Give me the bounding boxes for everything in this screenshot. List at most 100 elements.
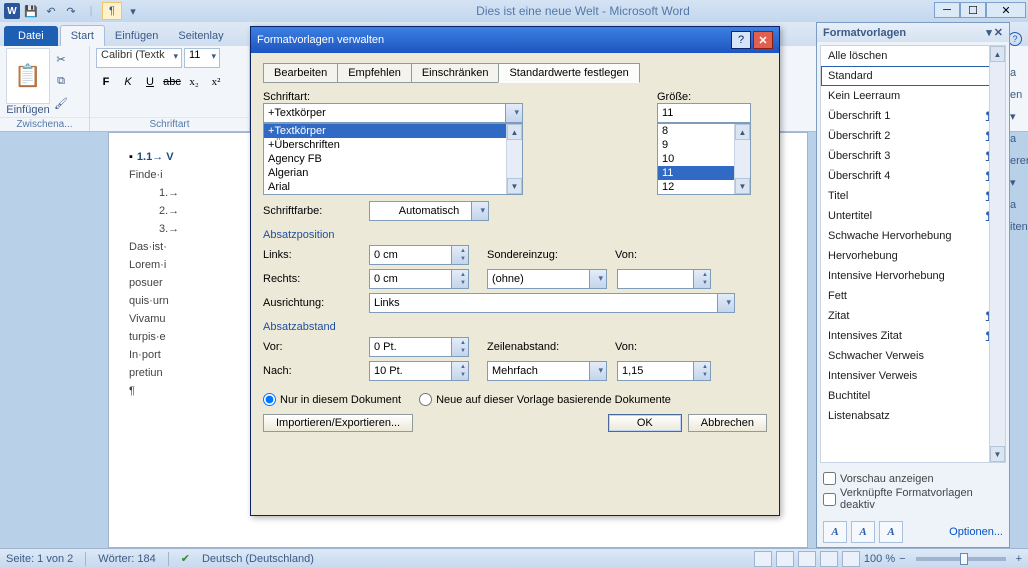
style-item[interactable]: Überschrift 2¶a bbox=[821, 126, 1005, 146]
dialog-help-icon[interactable]: ? bbox=[731, 31, 751, 49]
status-page[interactable]: Seite: 1 von 2 bbox=[6, 553, 73, 565]
view-fullscreen[interactable] bbox=[776, 551, 794, 567]
manage-styles-button[interactable]: A bbox=[879, 521, 903, 543]
font-option[interactable]: Algerian bbox=[264, 166, 522, 180]
left-spin[interactable]: 0 cm▲▼ bbox=[369, 245, 469, 265]
style-item[interactable]: Überschrift 1¶a bbox=[821, 106, 1005, 126]
tab-start[interactable]: Start bbox=[60, 25, 105, 46]
pane-dropdown-icon[interactable]: ▾ bbox=[986, 26, 992, 39]
pilcrow-toggle-icon[interactable]: ¶ bbox=[102, 2, 122, 20]
style-item[interactable]: Kein Leerraum¶ bbox=[821, 86, 1005, 106]
app-icon[interactable]: W bbox=[4, 3, 20, 19]
style-item[interactable]: Titel¶a bbox=[821, 186, 1005, 206]
right-spin[interactable]: 0 cm▲▼ bbox=[369, 269, 469, 289]
zoom-in-icon[interactable]: + bbox=[1016, 553, 1022, 565]
radio-this-doc[interactable]: Nur in diesem Dokument bbox=[263, 393, 401, 406]
scroll-up-icon[interactable]: ▲ bbox=[990, 46, 1005, 62]
status-words[interactable]: Wörter: 184 bbox=[98, 553, 155, 565]
font-name-combo[interactable]: Calibri (Textk bbox=[96, 48, 182, 68]
font-listbox[interactable]: +Textkörper+ÜberschriftenAgency FBAlgeri… bbox=[263, 123, 523, 195]
tab-layout[interactable]: Seitenlay bbox=[168, 26, 233, 46]
copy-icon[interactable]: ⧉ bbox=[52, 72, 70, 90]
options-link[interactable]: Optionen... bbox=[949, 526, 1003, 538]
undo-icon[interactable]: ↶ bbox=[42, 2, 60, 20]
font-size-combo[interactable]: 11 bbox=[184, 48, 220, 68]
color-combo[interactable]: Automatisch bbox=[369, 201, 489, 221]
style-item[interactable]: Zitat¶a bbox=[821, 306, 1005, 326]
font-combo[interactable]: +Textkörper bbox=[263, 103, 523, 123]
view-print-layout[interactable] bbox=[754, 551, 772, 567]
help-icon[interactable]: ? bbox=[1008, 32, 1022, 46]
after-spin[interactable]: 10 Pt.▲▼ bbox=[369, 361, 469, 381]
minimize-button[interactable]: ─ bbox=[934, 2, 960, 18]
style-item[interactable]: Fetta bbox=[821, 286, 1005, 306]
save-icon[interactable]: 💾 bbox=[22, 2, 40, 20]
font-option[interactable]: Agency FB bbox=[264, 152, 522, 166]
by-spin[interactable]: ▲▼ bbox=[617, 269, 711, 289]
before-spin[interactable]: 0 Pt.▲▼ bbox=[369, 337, 469, 357]
style-item[interactable]: Intensive Hervorhebunga bbox=[821, 266, 1005, 286]
new-style-button[interactable]: A bbox=[823, 521, 847, 543]
linked-checkbox[interactable]: Verknüpfte Formatvorlagen deaktiv bbox=[823, 487, 1003, 511]
style-item[interactable]: Standard¶ bbox=[821, 66, 1005, 86]
proofing-icon[interactable]: ✔ bbox=[181, 552, 190, 565]
scrollbar[interactable]: ▲ ▼ bbox=[989, 46, 1005, 462]
tab-file[interactable]: Datei bbox=[4, 26, 58, 46]
subscript-button[interactable]: x₂ bbox=[184, 72, 204, 92]
italic-button[interactable]: K bbox=[118, 72, 138, 92]
scroll-down-icon[interactable]: ▼ bbox=[990, 446, 1005, 462]
cut-icon[interactable]: ✂ bbox=[52, 50, 70, 68]
dialog-titlebar[interactable]: Formatvorlagen verwalten ? ✕ bbox=[251, 27, 779, 53]
style-item[interactable]: Intensives Zitat¶a bbox=[821, 326, 1005, 346]
tab-edit[interactable]: Bearbeiten bbox=[263, 63, 338, 83]
tab-restrict[interactable]: Einschränken bbox=[411, 63, 500, 83]
size-input[interactable]: 11 bbox=[657, 103, 751, 123]
ok-button[interactable]: OK bbox=[608, 414, 682, 432]
radio-new-docs[interactable]: Neue auf dieser Vorlage basierende Dokum… bbox=[419, 393, 671, 406]
maximize-button[interactable]: ☐ bbox=[960, 2, 986, 18]
underline-button[interactable]: U bbox=[140, 72, 160, 92]
style-item[interactable]: Buchtitela bbox=[821, 386, 1005, 406]
zoom-level[interactable]: 100 % bbox=[864, 553, 895, 565]
superscript-button[interactable]: x² bbox=[206, 72, 226, 92]
pane-close-icon[interactable]: ✕ bbox=[994, 26, 1003, 39]
linespacing-combo[interactable]: Mehrfach bbox=[487, 361, 607, 381]
status-language[interactable]: Deutsch (Deutschland) bbox=[202, 553, 314, 565]
style-item[interactable]: Listenabsatz¶ bbox=[821, 406, 1005, 426]
dialog-close-icon[interactable]: ✕ bbox=[753, 31, 773, 49]
format-painter-icon[interactable]: 🖌 bbox=[52, 94, 70, 112]
bold-button[interactable]: F bbox=[96, 72, 116, 92]
style-item[interactable]: Intensiver Verweisa bbox=[821, 366, 1005, 386]
styles-list[interactable]: Alle löschenStandard¶Kein Leerraum¶Übers… bbox=[820, 45, 1006, 463]
preview-checkbox[interactable]: Vorschau anzeigen bbox=[823, 472, 1003, 485]
tab-defaults[interactable]: Standardwerte festlegen bbox=[498, 63, 639, 83]
tab-recommend[interactable]: Empfehlen bbox=[337, 63, 412, 83]
close-button[interactable]: ✕ bbox=[986, 2, 1026, 18]
style-item[interactable]: Untertitel¶a bbox=[821, 206, 1005, 226]
qat-customize-icon[interactable]: ▾ bbox=[124, 2, 142, 20]
size-listbox[interactable]: 89101112▲▼ bbox=[657, 123, 751, 195]
style-item[interactable]: Hervorhebunga bbox=[821, 246, 1005, 266]
style-item[interactable]: Schwacher Verweisa bbox=[821, 346, 1005, 366]
style-item[interactable]: Überschrift 3¶a bbox=[821, 146, 1005, 166]
redo-icon[interactable]: ↷ bbox=[62, 2, 80, 20]
tab-insert[interactable]: Einfügen bbox=[105, 26, 168, 46]
cancel-button[interactable]: Abbrechen bbox=[688, 414, 767, 432]
at-spin[interactable]: 1,15▲▼ bbox=[617, 361, 711, 381]
align-combo[interactable]: Links bbox=[369, 293, 735, 313]
paste-button[interactable]: 📋 bbox=[6, 48, 50, 104]
view-web[interactable] bbox=[798, 551, 816, 567]
font-option[interactable]: +Überschriften bbox=[264, 138, 522, 152]
style-item[interactable]: Überschrift 4¶a bbox=[821, 166, 1005, 186]
zoom-out-icon[interactable]: − bbox=[899, 553, 905, 565]
font-option[interactable]: +Textkörper bbox=[264, 124, 522, 138]
style-inspector-button[interactable]: A bbox=[851, 521, 875, 543]
zoom-slider[interactable] bbox=[916, 557, 1006, 561]
style-item[interactable]: Alle löschen bbox=[821, 46, 1005, 66]
strike-button[interactable]: abc bbox=[162, 72, 182, 92]
import-export-button[interactable]: Importieren/Exportieren... bbox=[263, 414, 413, 432]
view-draft[interactable] bbox=[842, 551, 860, 567]
view-outline[interactable] bbox=[820, 551, 838, 567]
style-item[interactable]: Schwache Hervorhebunga bbox=[821, 226, 1005, 246]
font-option[interactable]: Arial bbox=[264, 180, 522, 194]
